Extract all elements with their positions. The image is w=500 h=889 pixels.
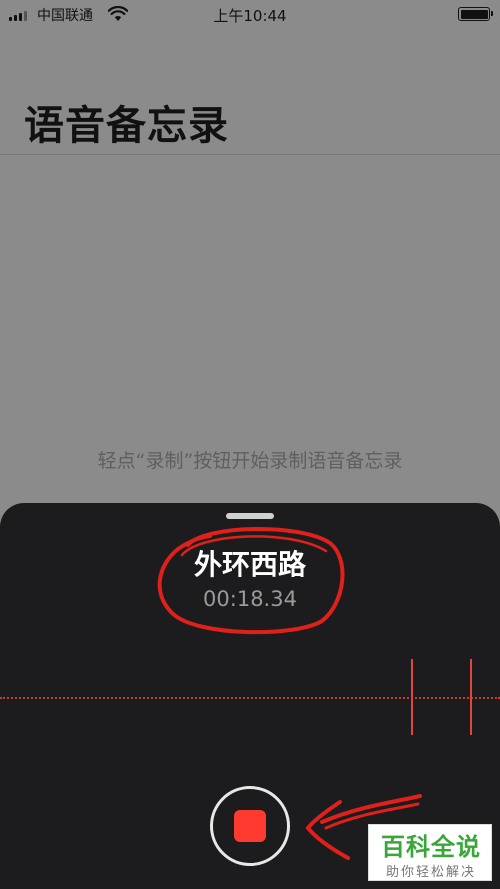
battery-level-fill (460, 9, 488, 19)
waveform-peak (470, 659, 472, 735)
battery-icon (458, 7, 493, 21)
empty-state-hint: 轻点“录制”按钮开始录制语音备忘录 (97, 450, 403, 472)
watermark-slogan: 助你轻松解决 (385, 865, 476, 880)
waveform-baseline (0, 697, 500, 699)
status-time: 上午10:44 (213, 7, 287, 25)
recording-elapsed-time: 00:18.34 (203, 587, 297, 611)
stop-recording-button[interactable] (210, 786, 290, 866)
watermark-logo: 百科全说 助你轻松解决 (368, 824, 492, 881)
waveform-display (0, 653, 500, 743)
watermark-brand: 百科全说 (381, 833, 481, 861)
status-bar: 中国联通 上午10:44 (0, 0, 500, 30)
page-title: 语音备忘录 (24, 103, 229, 149)
title-divider (0, 154, 500, 155)
waveform-peak (411, 659, 413, 735)
stop-icon (234, 810, 266, 842)
recording-title[interactable]: 外环西路 (0, 543, 500, 583)
